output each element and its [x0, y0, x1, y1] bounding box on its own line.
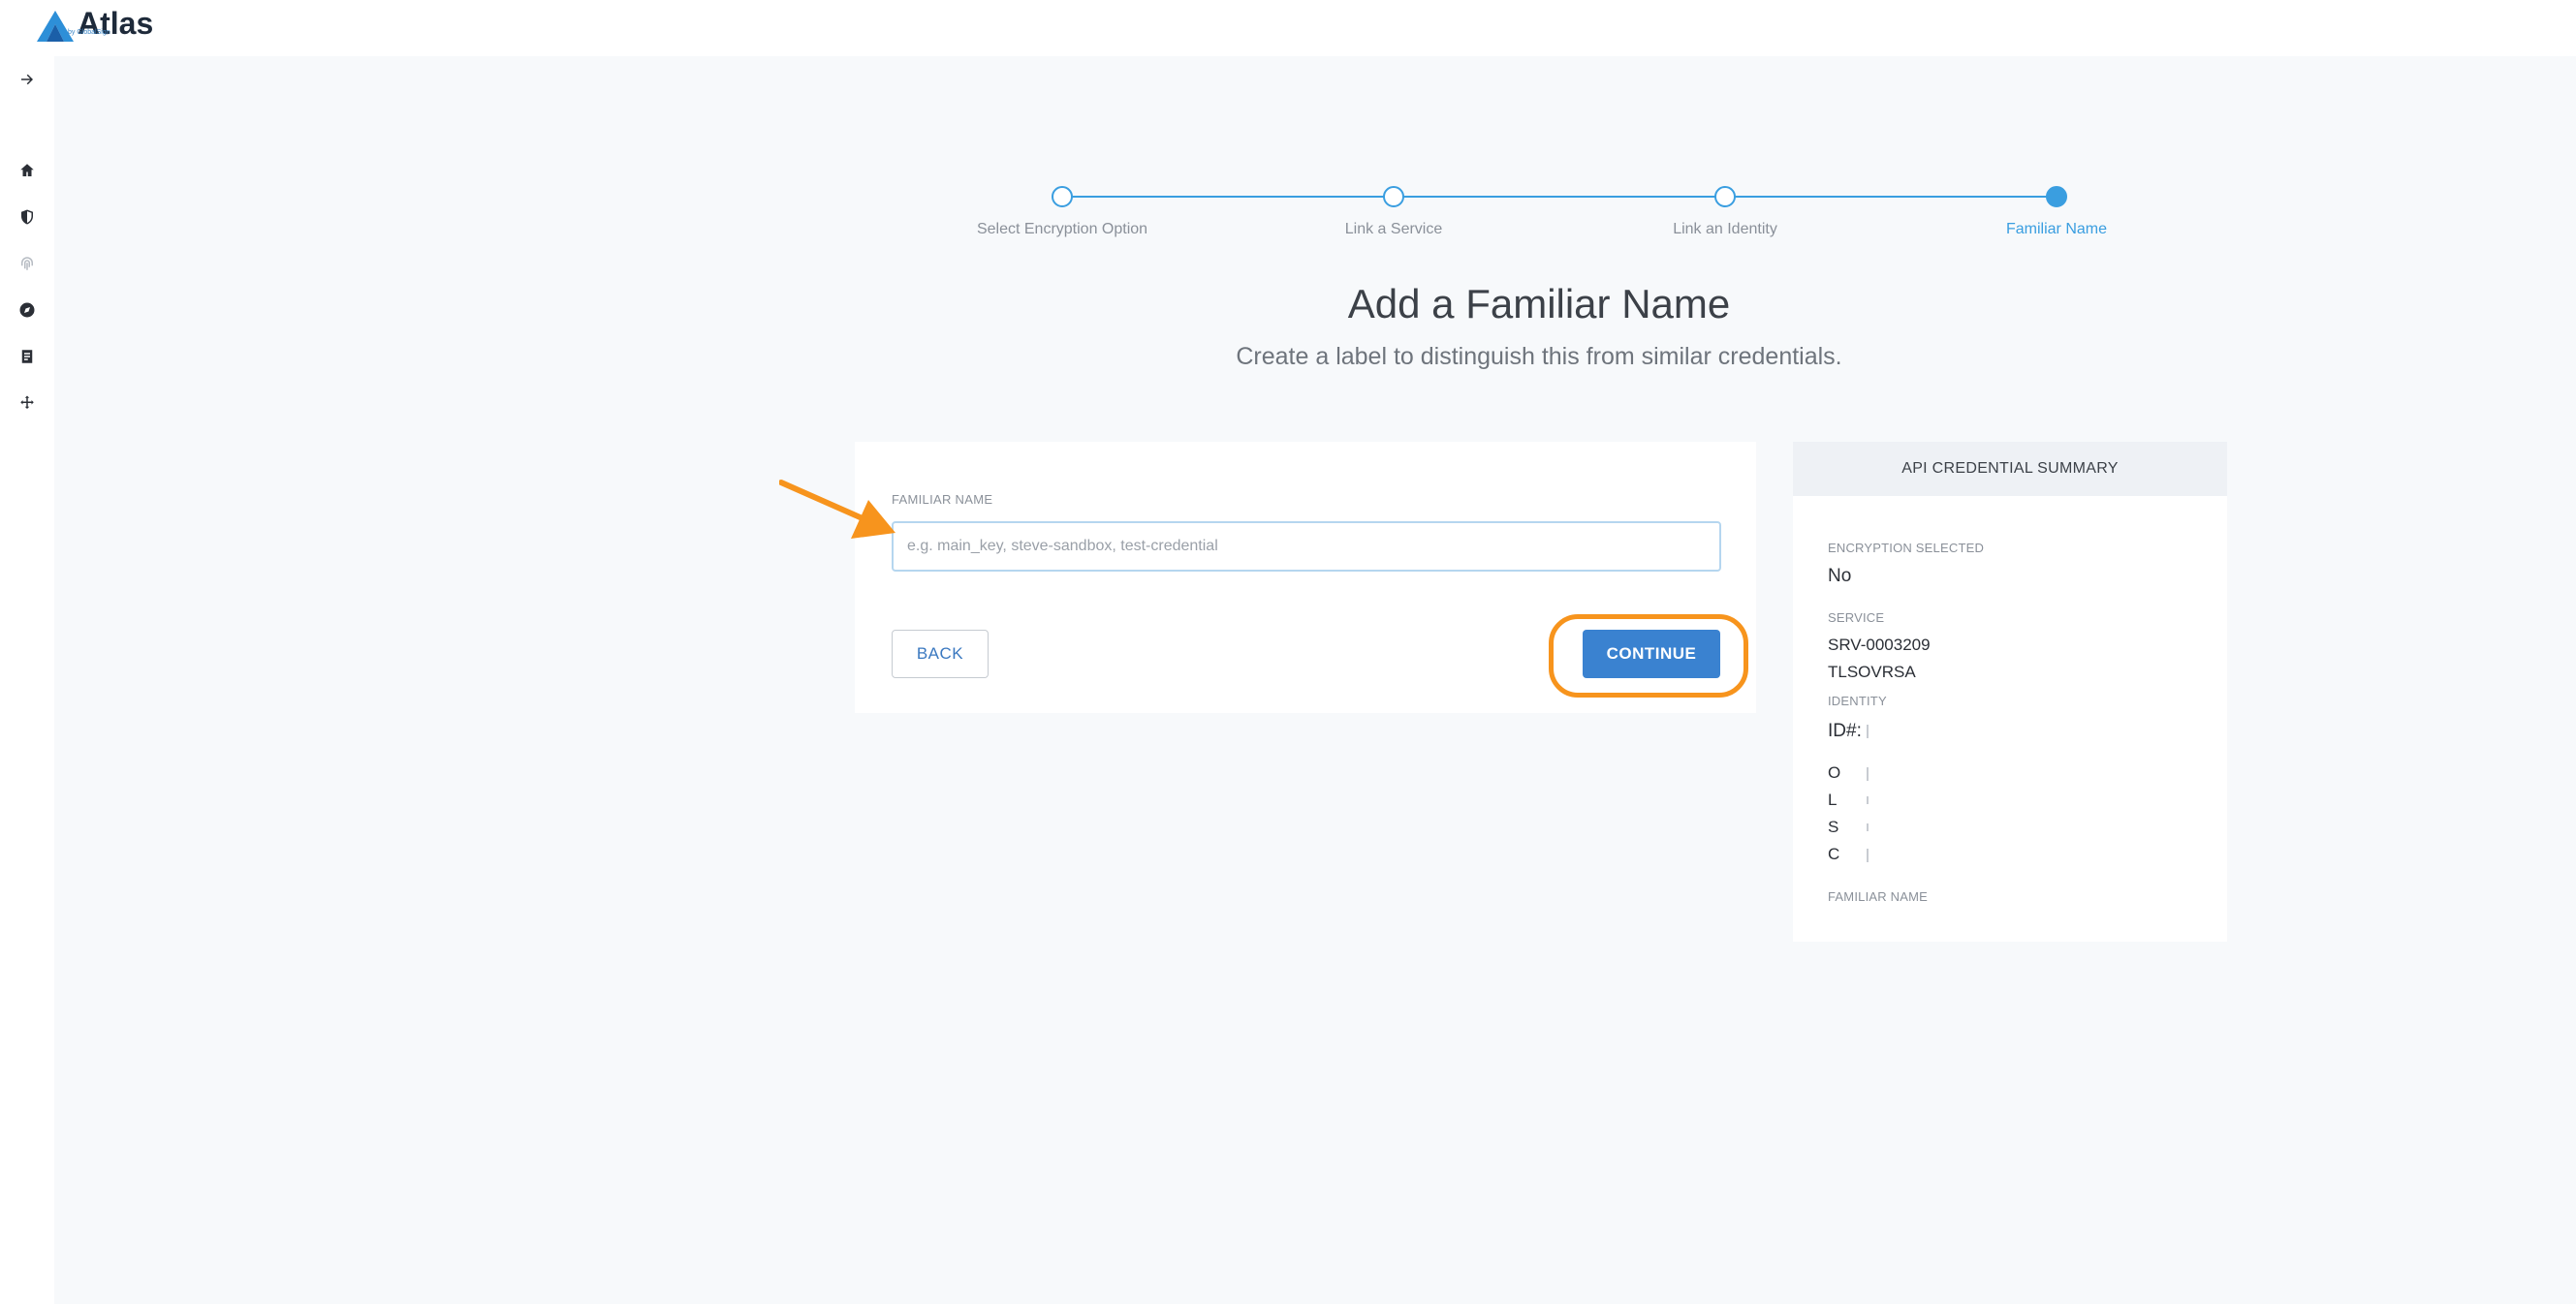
step-label-2[interactable]: Link a Service [1268, 221, 1520, 238]
expand-arrow-icon[interactable] [16, 68, 39, 91]
identity-label: IDENTITY [1828, 694, 1887, 708]
encryption-label: ENCRYPTION SELECTED [1828, 541, 1985, 555]
fingerprint-icon[interactable] [16, 252, 39, 275]
app-subtitle: by GlobalSign [68, 29, 110, 36]
step-label-4[interactable]: Familiar Name [1931, 221, 2183, 238]
encryption-value: No [1828, 566, 1852, 586]
continue-button[interactable]: CONTINUE [1583, 630, 1720, 678]
home-icon[interactable] [16, 159, 39, 182]
identity-s: S [1828, 818, 1839, 836]
familiar-name-summary-label: FAMILIAR NAME [1828, 889, 1929, 904]
identity-id: ID#: [1828, 721, 1862, 741]
atlas-logo[interactable]: Atlas [35, 6, 153, 45]
familiar-name-label: FAMILIAR NAME [892, 492, 993, 507]
back-button[interactable]: BACK [892, 630, 989, 678]
familiar-name-form: FAMILIAR NAME BACK CONTINUE [855, 442, 1756, 713]
step-dot-3[interactable] [1714, 186, 1736, 207]
redacted-value [1867, 849, 1869, 862]
atlas-logo-icon [37, 11, 74, 42]
step-label-3[interactable]: Link an Identity [1599, 221, 1851, 238]
identity-c: C [1828, 845, 1840, 863]
compass-icon[interactable] [16, 298, 39, 322]
redacted-value [1867, 796, 1869, 804]
pointer-arrow-annotation [779, 480, 895, 539]
step-label-1[interactable]: Select Encryption Option [936, 221, 1188, 238]
identity-l: L [1828, 791, 1838, 809]
identity-o: O [1828, 763, 1841, 782]
top-bar: Atlas by GlobalSign [0, 0, 2576, 56]
redacted-value [1867, 725, 1869, 738]
step-dot-1[interactable] [1052, 186, 1073, 207]
service-type: TLSOVRSA [1828, 663, 1916, 681]
step-dot-4[interactable] [2046, 186, 2067, 207]
api-credential-summary: API CREDENTIAL SUMMARY ENCRYPTION SELECT… [1793, 442, 2227, 942]
page-title: Add a Familiar Name [1347, 281, 1731, 326]
shield-icon[interactable] [16, 205, 39, 229]
service-id: SRV-0003209 [1828, 636, 1931, 654]
main-content: Select Encryption Option Link a Service … [54, 56, 2576, 1304]
document-icon[interactable] [16, 345, 39, 368]
page-subtitle: Create a label to distinguish this from … [1236, 343, 1842, 370]
summary-header: API CREDENTIAL SUMMARY [1793, 442, 2227, 496]
familiar-name-input[interactable] [892, 521, 1721, 572]
redacted-value [1867, 823, 1869, 831]
service-label: SERVICE [1828, 610, 1885, 625]
redacted-value [1867, 767, 1869, 781]
stepper-line [1062, 196, 2060, 198]
sidebar [0, 56, 54, 1304]
move-icon[interactable] [16, 391, 39, 415]
step-dot-2[interactable] [1383, 186, 1404, 207]
